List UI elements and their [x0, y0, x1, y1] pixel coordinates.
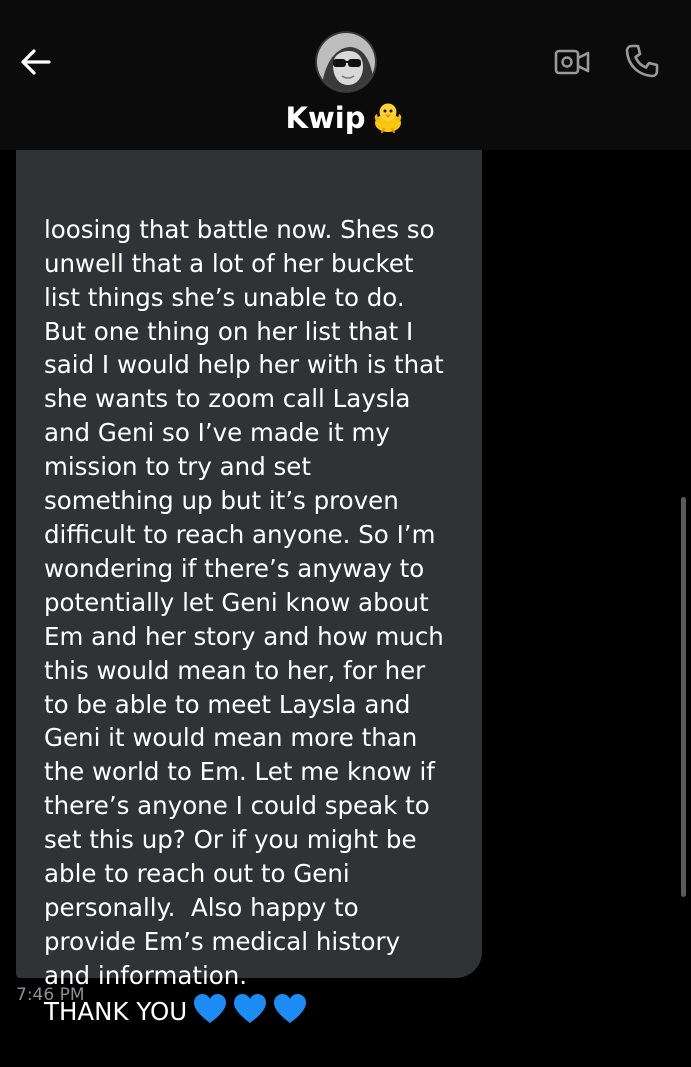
message-line: unwell that a lot of her bucket	[44, 247, 476, 281]
message-line-text: personally. Also happy to	[44, 892, 359, 922]
message-line-text: this would mean to her, for her	[44, 655, 426, 685]
message-line: Geni it would mean more than	[44, 721, 476, 755]
message-line: But one thing on her list that I	[44, 315, 476, 349]
message-line: there’s anyone I could speak to	[44, 789, 476, 823]
message-line: provide Em’s medical history	[44, 925, 476, 959]
message-line-text: and Geni so I’ve made it my	[44, 418, 390, 448]
message-line-text: loosing that battle now. Shes so	[44, 214, 435, 244]
message-line: potentially let Geni know about	[44, 586, 476, 620]
message-text: loosing that battle now. Shes so unwell t…	[44, 145, 476, 1067]
message-line: loosing that battle now. Shes so	[44, 213, 476, 247]
message-timestamp: 7:46 PM	[16, 985, 85, 1005]
message-line-text: there’s anyone I could speak to	[44, 791, 430, 821]
blue-heart-icon	[194, 993, 227, 1023]
avatar[interactable]	[315, 31, 377, 93]
blue-heart-icon	[234, 993, 267, 1023]
back-button[interactable]	[18, 44, 54, 80]
message-line-text: list things she’s unable to do.	[44, 282, 405, 312]
message-line: set this up? Or if you might be	[44, 823, 476, 857]
message-line: she wants to zoom call Laysla	[44, 382, 476, 416]
message-line: THANK YOU	[44, 993, 476, 1034]
message-line-text: Em and her story and how much	[44, 621, 444, 651]
video-camera-icon	[554, 49, 590, 75]
message-line: and information.	[44, 959, 476, 993]
message-line-text: she wants to zoom call Laysla	[44, 384, 411, 414]
message-line-text: mission to try and set	[44, 452, 311, 482]
message-line-text: difficult to reach anyone. So I’m	[44, 519, 436, 549]
message-line: said I would help her with is that	[44, 348, 476, 382]
message-line-text: potentially let Geni know about	[44, 587, 429, 617]
contact-name[interactable]: Kwip	[0, 98, 691, 138]
message-line: personally. Also happy to	[44, 891, 476, 925]
message-line-text: wondering if there’s anyway to	[44, 553, 425, 583]
message-line-text: set this up? Or if you might be	[44, 825, 417, 855]
baby-chick-emoji-icon	[375, 103, 402, 133]
contact-name-label: Kwip	[285, 101, 366, 135]
blue-heart-icon	[274, 993, 307, 1023]
arrow-left-icon	[21, 49, 51, 75]
message-line-text: something up but it’s proven	[44, 486, 399, 516]
message-line-text: But one thing on her list that I	[44, 316, 414, 346]
message-line: list things she’s unable to do.	[44, 281, 476, 315]
message-line-text: to be able to meet Laysla and	[44, 689, 411, 719]
message-line-text: the world to Em. Let me know if	[44, 757, 435, 787]
message-line: able to reach out to Geni	[44, 857, 476, 891]
message-line: to be able to meet Laysla and	[44, 688, 476, 722]
message-line: Em and her story and how much	[44, 620, 476, 654]
message-line: difficult to reach anyone. So I’m	[44, 518, 476, 552]
message-line-text: Geni it would mean more than	[44, 723, 418, 753]
hearts-group	[187, 993, 307, 1034]
voice-call-button[interactable]	[623, 42, 661, 80]
message-line-text: provide Em’s medical history	[44, 926, 401, 956]
message-line: the world to Em. Let me know if	[44, 755, 476, 789]
message-line: wondering if there’s anyway to	[44, 552, 476, 586]
message-line: and Geni so I’ve made it my	[44, 416, 476, 450]
message-line: something up but it’s proven	[44, 484, 476, 518]
message-line-text: unwell that a lot of her bucket	[44, 248, 414, 278]
message-line-text: said I would help her with is that	[44, 350, 444, 380]
message-line: this would mean to her, for her	[44, 654, 476, 688]
phone-icon	[625, 44, 659, 78]
message-line-text: able to reach out to Geni	[44, 859, 350, 889]
chat-header: Kwip	[0, 0, 691, 150]
scrollbar[interactable]	[681, 497, 686, 897]
message-line: mission to try and set	[44, 450, 476, 484]
video-call-button[interactable]	[553, 44, 591, 80]
